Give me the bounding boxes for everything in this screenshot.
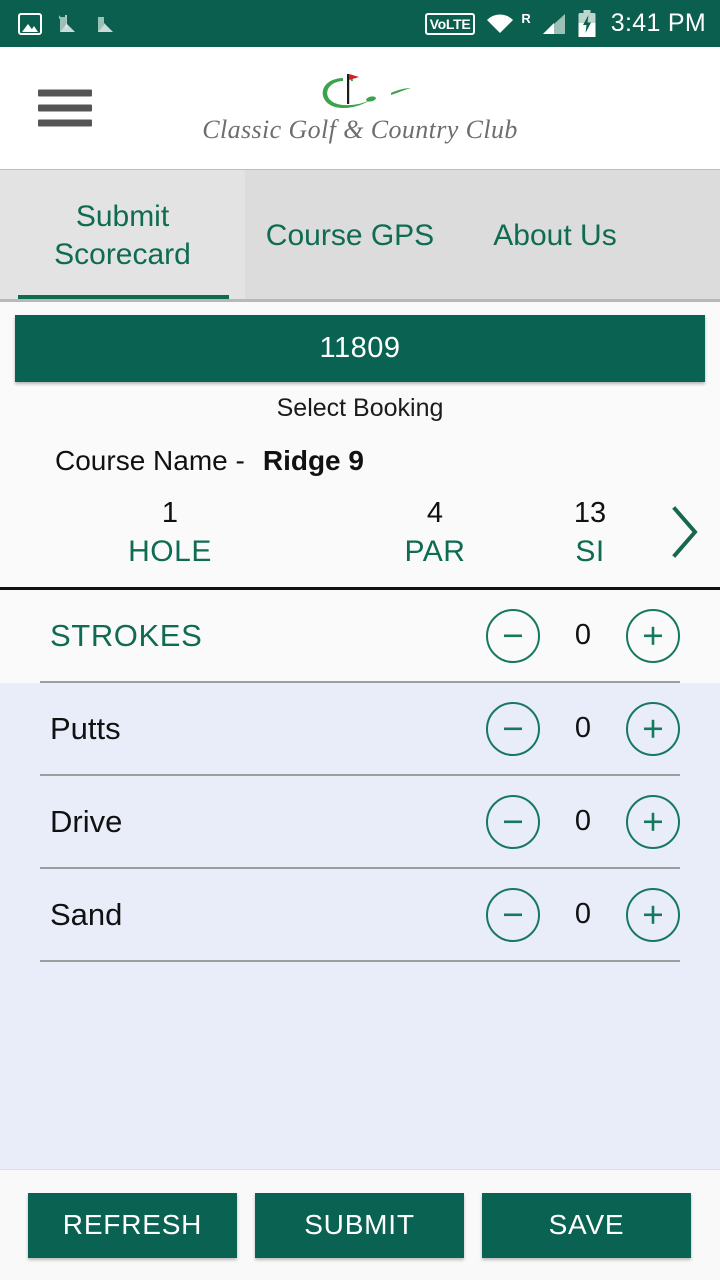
hamburger-bar-3 (38, 119, 92, 127)
hamburger-menu-icon[interactable] (38, 89, 92, 127)
sand-label: Sand (50, 896, 123, 932)
drive-label: Drive (50, 803, 123, 839)
counters-section: Putts 0 Drive 0 Sand 0 (0, 683, 720, 1172)
sand-plus-button[interactable] (626, 887, 680, 942)
brand-name: Classic Golf & Country Club (202, 115, 518, 144)
si-value: 13 (573, 497, 607, 529)
par-column: 4 PAR (340, 495, 530, 573)
score-row-sand: Sand 0 (0, 869, 720, 960)
tab-bar: Submit Scorecard Course GPS About Us (0, 169, 720, 302)
submit-button[interactable]: SUBMIT (255, 1192, 464, 1258)
putts-value: 0 (574, 712, 592, 744)
strokes-section: STROKES 0 (0, 590, 720, 683)
status-bar-right-icons: VoLTE R 3:41 PM (424, 9, 706, 38)
hole-number-value: 1 (161, 497, 179, 529)
score-row-drive: Drive 0 (0, 776, 720, 867)
roaming-icon: R (521, 11, 531, 26)
strokes-stepper: 0 (486, 608, 680, 663)
nearby-n-icon-2 (94, 12, 118, 36)
app-header: Classic Golf & Country Club (0, 47, 720, 169)
putts-stepper: 0 (486, 701, 680, 756)
drive-plus-button[interactable] (626, 794, 680, 849)
signal-icon (541, 13, 567, 35)
strokes-minus-button[interactable] (486, 608, 540, 663)
wifi-icon (485, 13, 515, 35)
drive-stepper: 0 (486, 794, 680, 849)
status-bar-left-icons (18, 12, 118, 36)
hole-label: HOLE (128, 535, 212, 568)
hamburger-bar-2 (38, 104, 92, 112)
classic-golf-logo: Classic Golf & Country Club (202, 51, 518, 165)
plus-circle-icon (644, 719, 662, 738)
status-bar: VoLTE R 3:41 PM (0, 0, 720, 47)
si-column: 13 SI (530, 495, 650, 573)
strokes-label: STROKES (50, 617, 203, 653)
next-hole-button[interactable] (650, 504, 720, 565)
par-label: PAR (404, 535, 466, 568)
minus-circle-icon (504, 634, 522, 637)
sand-value: 0 (574, 898, 592, 930)
nearby-n-icon (56, 12, 80, 36)
putts-minus-button[interactable] (486, 701, 540, 756)
refresh-button[interactable]: REFRESH (28, 1192, 237, 1258)
plus-circle-icon (644, 905, 662, 924)
drive-minus-button[interactable] (486, 794, 540, 849)
tab-about-us[interactable]: About Us (455, 170, 655, 302)
tab-submit-scorecard[interactable]: Submit Scorecard (0, 170, 245, 302)
empty-space (0, 962, 720, 1172)
sand-minus-button[interactable] (486, 887, 540, 942)
score-row-putts: Putts 0 (0, 683, 720, 774)
tab-submit-scorecard-line2: Scorecard (54, 238, 191, 271)
hole-info-row: 1 HOLE 4 PAR 13 SI (0, 477, 720, 587)
par-value: 4 (426, 497, 444, 529)
clock: 3:41 PM (610, 9, 706, 37)
hamburger-bar-1 (38, 89, 92, 97)
course-name-value: Ridge 9 (262, 445, 364, 476)
putts-plus-button[interactable] (626, 701, 680, 756)
hole-column: 1 HOLE (0, 495, 340, 573)
tab-course-gps[interactable]: Course GPS (245, 170, 455, 302)
photo-icon (18, 12, 42, 35)
plus-circle-icon (644, 626, 662, 645)
minus-circle-icon (504, 913, 522, 916)
strokes-value: 0 (574, 619, 592, 651)
booking-section: 11809 Select Booking Course Name - Ridge… (0, 302, 720, 477)
booking-selector-button[interactable]: 11809 (15, 315, 705, 382)
tab-submit-scorecard-line1: Submit (75, 200, 170, 233)
minus-circle-icon (504, 820, 522, 823)
course-name-label: Course Name - (55, 445, 245, 476)
save-button[interactable]: SAVE (482, 1192, 691, 1258)
course-name-row: Course Name - Ridge 9 (55, 445, 705, 477)
putts-label: Putts (50, 710, 121, 746)
golf-green-flag-icon (285, 71, 435, 115)
select-booking-label: Select Booking (276, 394, 444, 422)
battery-charging-icon (577, 9, 597, 38)
action-footer: REFRESH SUBMIT SAVE (0, 1169, 720, 1280)
tab-about-us-label: About Us (493, 219, 617, 252)
strokes-plus-button[interactable] (626, 608, 680, 663)
drive-value: 0 (574, 805, 592, 837)
sand-stepper: 0 (486, 887, 680, 942)
volte-icon: VoLTE (424, 12, 476, 35)
tab-course-gps-label: Course GPS (265, 219, 435, 252)
minus-circle-icon (504, 727, 522, 730)
score-row-strokes: STROKES 0 (0, 590, 720, 681)
chevron-right-icon (668, 504, 702, 565)
plus-circle-icon (644, 812, 662, 831)
si-label: SI (575, 535, 605, 568)
app-root: VoLTE R 3:41 PM Classic Golf & Country C… (0, 0, 720, 1280)
